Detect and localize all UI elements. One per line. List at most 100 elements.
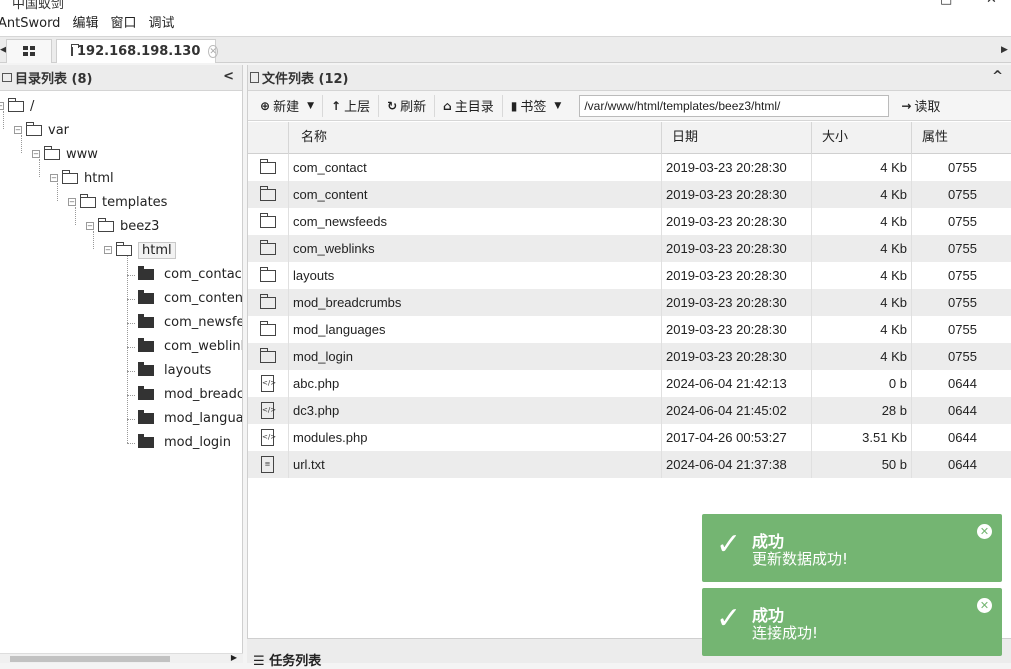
tree-node-root[interactable]: − /: [0, 96, 34, 116]
column-size[interactable]: 大小: [811, 122, 911, 154]
file-size: 28 b: [881, 403, 907, 418]
menu-debug[interactable]: 调试: [142, 12, 180, 36]
tree-horizontal-scrollbar[interactable]: ▶: [0, 653, 243, 663]
tree-node-label: html: [84, 170, 114, 186]
file-row[interactable]: com_newsfeeds 2019-03-23 20:28:30 4 Kb 0…: [248, 208, 1011, 235]
task-list-title: 任务列表: [269, 654, 322, 669]
tree-node-com-newsfeeds[interactable]: com_newsfee: [138, 312, 242, 332]
folder-icon: [80, 193, 96, 208]
home-button[interactable]: ⌂ 主目录: [435, 94, 503, 117]
tree-node-label: com_content: [164, 290, 242, 306]
new-button[interactable]: ⊕ 新建 ▼: [258, 94, 323, 117]
file-attr: 0644: [948, 430, 977, 445]
tree-node-templates[interactable]: − templates: [68, 192, 167, 212]
file-row[interactable]: layouts 2019-03-23 20:28:30 4 Kb 0755: [248, 262, 1011, 289]
read-button[interactable]: → 读取: [893, 95, 948, 117]
file-row[interactable]: </> dc3.php 2024-06-04 21:45:02 28 b 064…: [248, 397, 1011, 424]
file-date: 2019-03-23 20:28:30: [666, 295, 787, 310]
refresh-button[interactable]: ↻ 刷新: [379, 94, 436, 117]
collapse-icon[interactable]: −: [104, 246, 112, 254]
menu-window[interactable]: 窗口: [104, 12, 142, 36]
scroll-right-icon[interactable]: ▶: [231, 653, 237, 662]
file-name: com_content: [293, 187, 368, 202]
file-date: 2019-03-23 20:28:30: [666, 241, 787, 256]
file-row[interactable]: </> abc.php 2024-06-04 21:42:13 0 b 0644: [248, 370, 1011, 397]
file-name: com_newsfeeds: [293, 214, 387, 229]
menu-edit[interactable]: 编辑: [66, 12, 104, 36]
tree-node-www[interactable]: − www: [32, 144, 98, 164]
tree-node-html-selected[interactable]: − html: [104, 240, 176, 260]
tab-bar: ◀ 192.168.198.130 ✕ ▶: [0, 36, 1011, 63]
tree-node-beez3[interactable]: − beez3: [86, 216, 159, 236]
file-row[interactable]: com_weblinks 2019-03-23 20:28:30 4 Kb 07…: [248, 235, 1011, 262]
tree-node-html[interactable]: − html: [50, 168, 114, 188]
collapse-left-icon[interactable]: <: [223, 69, 234, 84]
folder-icon: [260, 321, 276, 336]
file-row[interactable]: mod_login 2019-03-23 20:28:30 4 Kb 0755: [248, 343, 1011, 370]
tree-node-label: com_contact: [164, 266, 242, 282]
tab-host[interactable]: 192.168.198.130 ✕: [56, 39, 218, 63]
collapse-icon[interactable]: −: [0, 102, 4, 110]
tree-node-com-contact[interactable]: com_contact: [138, 264, 242, 284]
folder-icon: [260, 213, 276, 228]
tree-node-com-weblinks[interactable]: com_weblinks: [138, 336, 242, 356]
path-input[interactable]: [579, 94, 890, 117]
collapse-icon[interactable]: −: [86, 222, 94, 230]
tree-node-var[interactable]: − var: [14, 120, 69, 140]
scrollbar-thumb[interactable]: [10, 656, 170, 662]
text-file-icon: ≡: [261, 456, 274, 473]
folder-icon: [71, 44, 79, 56]
up-button[interactable]: ↑ 上层: [323, 94, 380, 117]
bookmark-button[interactable]: ▮ 书签 ▼: [503, 95, 570, 117]
file-attr: 0755: [948, 295, 977, 310]
file-row[interactable]: ≡ url.txt 2024-06-04 21:37:38 50 b 0644: [248, 451, 1011, 478]
file-row[interactable]: com_contact 2019-03-23 20:28:30 4 Kb 075…: [248, 154, 1011, 181]
file-size: 4 Kb: [880, 187, 907, 202]
file-attr: 0755: [948, 241, 977, 256]
file-attr: 0755: [948, 160, 977, 175]
folder-icon: [8, 97, 24, 112]
collapse-icon[interactable]: −: [68, 198, 76, 206]
file-attr: 0644: [948, 403, 977, 418]
file-date: 2019-03-23 20:28:30: [666, 214, 787, 229]
collapse-icon[interactable]: −: [14, 126, 22, 134]
tree-node-mod-languages[interactable]: mod_languag: [138, 408, 242, 428]
tab-close-icon[interactable]: ✕: [208, 45, 218, 58]
file-attr: 0755: [948, 349, 977, 364]
file-row[interactable]: </> modules.php 2017-04-26 00:53:27 3.51…: [248, 424, 1011, 451]
close-window-icon[interactable]: ✕: [986, 0, 997, 7]
tree-node-com-content[interactable]: com_content: [138, 288, 242, 308]
chevron-down-icon: ▼: [307, 100, 314, 111]
tree-node-label: templates: [102, 194, 168, 210]
tree-node-mod-breadcrumbs[interactable]: mod_breadcru: [138, 384, 242, 404]
tab-scroll-right-icon[interactable]: ▶: [1001, 45, 1008, 55]
code-file-icon: </>: [261, 375, 276, 392]
file-panel-title: 文件列表 (12): [262, 72, 349, 87]
file-size: 50 b: [881, 457, 907, 472]
file-row[interactable]: mod_breadcrumbs 2019-03-23 20:28:30 4 Kb…: [248, 289, 1011, 316]
column-attr[interactable]: 属性: [911, 122, 1011, 154]
folder-icon: [62, 169, 78, 184]
column-name[interactable]: 名称: [288, 122, 661, 154]
column-date[interactable]: 日期: [661, 122, 811, 154]
file-row[interactable]: mod_languages 2019-03-23 20:28:30 4 Kb 0…: [248, 316, 1011, 343]
file-row[interactable]: com_content 2019-03-23 20:28:30 4 Kb 075…: [248, 181, 1011, 208]
collapse-icon[interactable]: −: [50, 174, 58, 182]
refresh-label: 刷新: [400, 100, 427, 115]
tree-node-label: var: [48, 122, 70, 138]
file-attr: 0755: [948, 214, 977, 229]
file-name: mod_breadcrumbs: [293, 295, 402, 310]
menu-antsword[interactable]: AntSword: [0, 12, 66, 36]
bookmark-icon: ▮: [510, 98, 518, 113]
file-date: 2019-03-23 20:28:30: [666, 187, 787, 202]
toast-close-icon[interactable]: ✕: [977, 598, 992, 613]
tree-node-layouts[interactable]: layouts: [138, 360, 211, 380]
tab-home[interactable]: [6, 39, 52, 63]
collapse-icon[interactable]: −: [32, 150, 40, 158]
tree-node-label: layouts: [164, 362, 212, 378]
maximize-icon[interactable]: □: [940, 0, 952, 7]
folder-icon: [260, 240, 276, 255]
collapse-up-icon[interactable]: ^: [992, 69, 1003, 84]
toast-close-icon[interactable]: ✕: [977, 524, 992, 539]
tree-node-mod-login[interactable]: mod_login: [138, 432, 231, 452]
